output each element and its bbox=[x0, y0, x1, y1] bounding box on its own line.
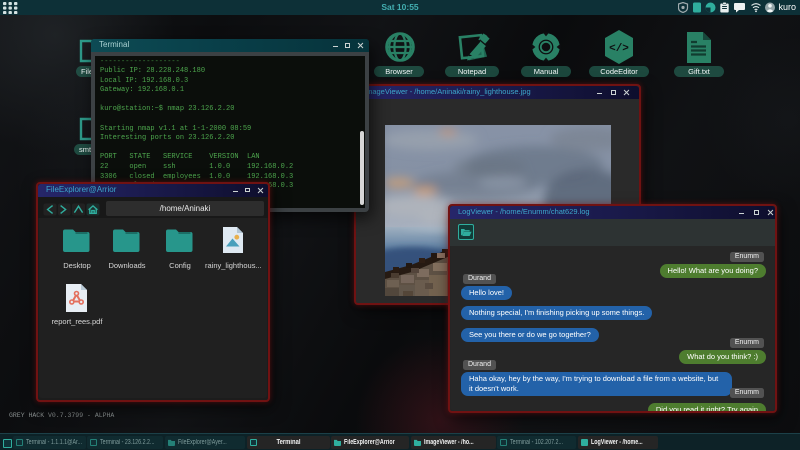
svg-text:</>: </> bbox=[609, 43, 629, 55]
